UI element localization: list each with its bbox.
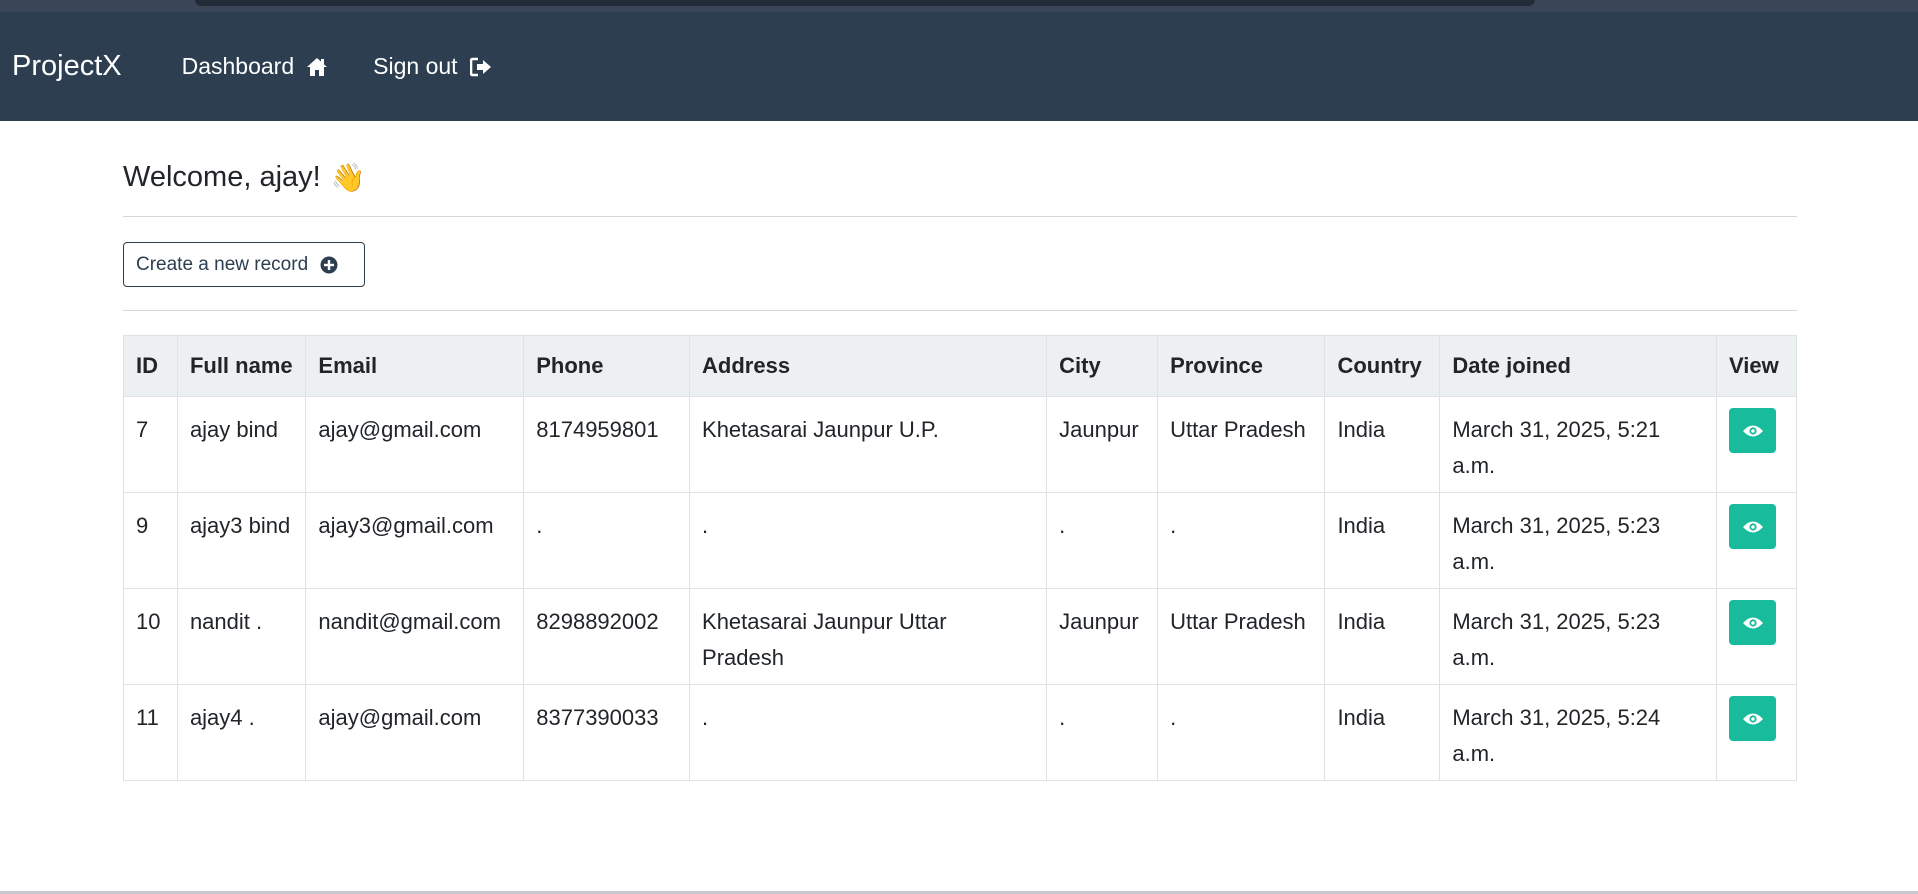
cell-email: ajay@gmail.com: [305, 684, 525, 781]
plus-circle-icon: [320, 256, 338, 274]
header-full-name: Full name: [176, 335, 307, 397]
header-address: Address: [689, 335, 1048, 397]
records-table: ID Full name Email Phone Address City Pr…: [123, 335, 1797, 781]
cell-province: .: [1157, 684, 1326, 781]
cell-country: India: [1324, 492, 1441, 589]
welcome-heading: Welcome, ajay! 👋: [123, 157, 1797, 197]
eye-icon: [1742, 425, 1763, 436]
eye-icon: [1742, 713, 1763, 724]
cell-city: .: [1046, 492, 1159, 589]
browser-top-strip: [0, 0, 1918, 12]
browser-tab-strip: [195, 0, 1535, 6]
header-province: Province: [1157, 335, 1326, 397]
eye-icon: [1742, 521, 1763, 532]
nav-dashboard-link[interactable]: Dashboard: [182, 53, 329, 80]
cell-id: 11: [123, 684, 178, 781]
eye-icon: [1742, 617, 1763, 628]
cell-id: 10: [123, 588, 178, 685]
table-row: 9 ajay3 bind ajay3@gmail.com . . . . Ind…: [123, 492, 1797, 589]
divider: [123, 310, 1797, 311]
table-row: 11 ajay4 . ajay@gmail.com 8377390033 . .…: [123, 684, 1797, 781]
cell-view: [1716, 588, 1797, 685]
header-email: Email: [305, 335, 525, 397]
cell-province: .: [1157, 492, 1326, 589]
header-city: City: [1046, 335, 1159, 397]
cell-date-joined: March 31, 2025, 5:21 a.m.: [1439, 396, 1717, 493]
cell-country: India: [1324, 396, 1441, 493]
header-country: Country: [1324, 335, 1441, 397]
cell-full-name: nandit .: [176, 588, 307, 685]
header-date-joined: Date joined: [1439, 335, 1717, 397]
nav-signout-link[interactable]: Sign out: [373, 53, 491, 80]
cell-view: [1716, 684, 1797, 781]
cell-date-joined: March 31, 2025, 5:23 a.m.: [1439, 588, 1717, 685]
cell-address: Khetasarai Jaunpur Uttar Pradesh: [689, 588, 1048, 685]
cell-full-name: ajay4 .: [176, 684, 307, 781]
cell-country: India: [1324, 684, 1441, 781]
header-id: ID: [123, 335, 178, 397]
table-row: 7 ajay bind ajay@gmail.com 8174959801 Kh…: [123, 396, 1797, 493]
cell-id: 7: [123, 396, 178, 493]
cell-phone: 8174959801: [523, 396, 691, 493]
welcome-text: Welcome, ajay!: [123, 160, 321, 193]
nav-dashboard-label: Dashboard: [181, 53, 295, 79]
home-icon: [306, 57, 328, 77]
cell-phone: .: [523, 492, 691, 589]
cell-view: [1716, 492, 1797, 589]
cell-phone: 8377390033: [523, 684, 691, 781]
cell-country: India: [1324, 588, 1441, 685]
cell-address: Khetasarai Jaunpur U.P.: [689, 396, 1048, 493]
navbar: ProjectX Dashboard Sign out: [0, 12, 1918, 121]
cell-date-joined: March 31, 2025, 5:24 a.m.: [1439, 684, 1717, 781]
cell-full-name: ajay3 bind: [176, 492, 307, 589]
sign-out-icon: [469, 57, 492, 77]
table-header-row: ID Full name Email Phone Address City Pr…: [123, 335, 1797, 397]
waving-hand-emoji: 👋: [330, 161, 366, 193]
main-container: Welcome, ajay! 👋 Create a new record ID …: [123, 121, 1797, 781]
view-record-button[interactable]: [1729, 600, 1776, 645]
cell-province: Uttar Pradesh: [1157, 396, 1326, 493]
cell-email: nandit@gmail.com: [305, 588, 525, 685]
cell-id: 9: [123, 492, 178, 589]
header-phone: Phone: [523, 335, 691, 397]
view-record-button[interactable]: [1729, 504, 1776, 549]
divider: [123, 216, 1797, 217]
cell-city: Jaunpur: [1046, 588, 1159, 685]
cell-email: ajay3@gmail.com: [305, 492, 525, 589]
cell-province: Uttar Pradesh: [1157, 588, 1326, 685]
cell-address: .: [689, 492, 1048, 589]
brand-logo[interactable]: ProjectX: [12, 50, 122, 83]
table-row: 10 nandit . nandit@gmail.com 8298892002 …: [123, 588, 1797, 685]
view-record-button[interactable]: [1729, 696, 1776, 741]
nav-signout-label: Sign out: [373, 53, 458, 79]
cell-view: [1716, 396, 1797, 493]
cell-phone: 8298892002: [523, 588, 691, 685]
header-view: View: [1716, 335, 1797, 397]
cell-address: .: [689, 684, 1048, 781]
create-record-label: Create a new record: [136, 253, 309, 275]
cell-date-joined: March 31, 2025, 5:23 a.m.: [1439, 492, 1717, 589]
cell-city: Jaunpur: [1046, 396, 1159, 493]
cell-email: ajay@gmail.com: [305, 396, 525, 493]
cell-city: .: [1046, 684, 1159, 781]
view-record-button[interactable]: [1729, 408, 1776, 453]
create-record-button[interactable]: Create a new record: [123, 242, 365, 287]
cell-full-name: ajay bind: [176, 396, 307, 493]
